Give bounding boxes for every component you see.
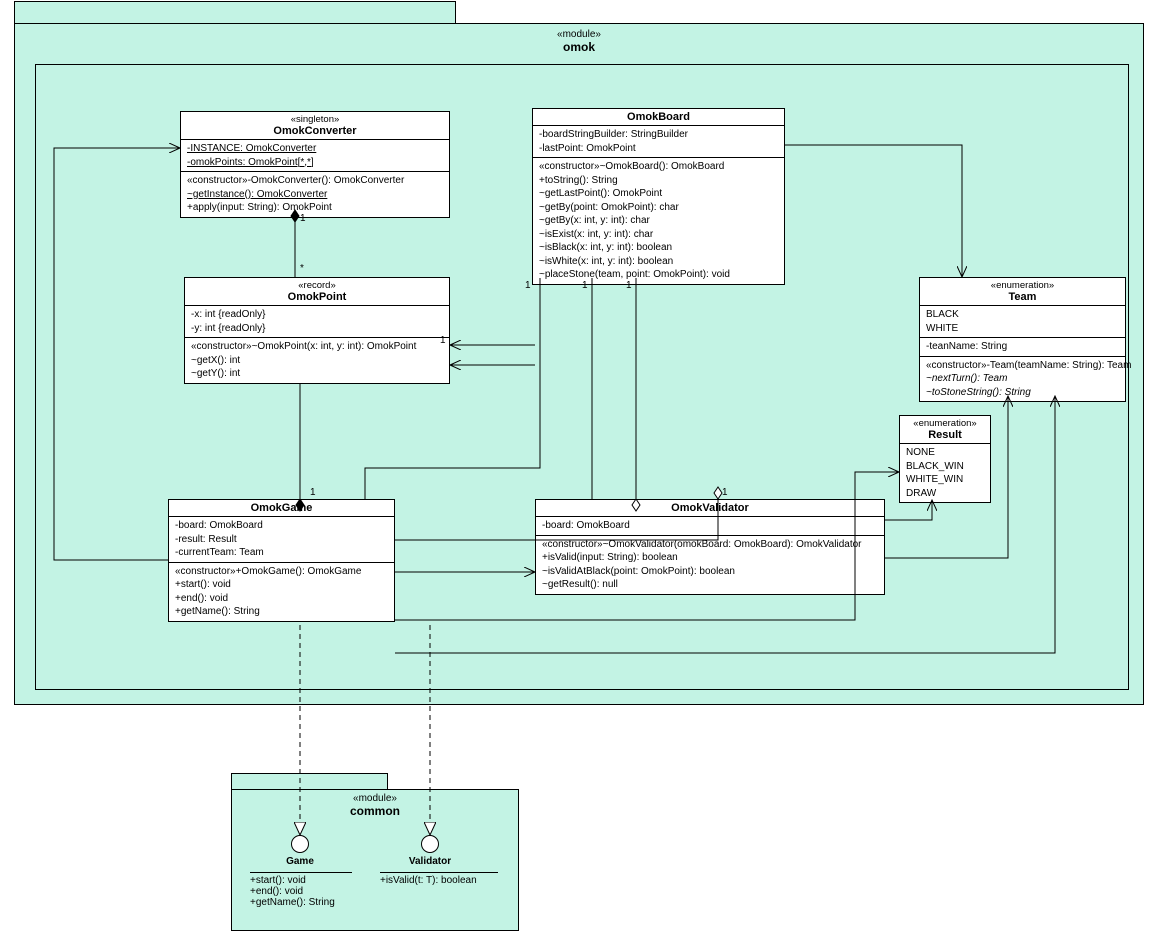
mult-board-right: 1	[626, 280, 632, 291]
class-omokconverter-ops: «constructor»-OmokConverter(): OmokConve…	[181, 172, 449, 217]
op: «constructor»~OmokBoard(): OmokBoard	[539, 160, 778, 174]
interface-game-name: Game	[270, 856, 330, 867]
op: «constructor»+OmokGame(): OmokGame	[175, 565, 388, 579]
op: ~getResult(): null	[542, 578, 878, 592]
attr: -board: OmokBoard	[175, 519, 388, 533]
op: ~isBlack(x: int, y: int): boolean	[539, 241, 778, 255]
op: ~toStoneString(): String	[926, 386, 1119, 400]
class-omokconverter: «singleton» OmokConverter -INSTANCE: Omo…	[180, 111, 450, 218]
class-omokconverter-attrs: -INSTANCE: OmokConverter -omokPoints: Om…	[181, 140, 449, 172]
op: ~getBy(x: int, y: int): char	[539, 214, 778, 228]
class-omokpoint: «record» OmokPoint -x: int {readOnly} -y…	[184, 277, 450, 384]
package-omok-stereo: «module»	[557, 29, 601, 40]
literal: BLACK_WIN	[906, 460, 984, 474]
op: +end(): void	[175, 592, 388, 606]
class-result: «enumeration» Result NONE BLACK_WIN WHIT…	[899, 415, 991, 503]
op: «constructor»~OmokPoint(x: int, y: int):…	[191, 340, 443, 354]
op: ~getY(): int	[191, 367, 443, 381]
class-team-name: Team	[924, 291, 1121, 303]
literal: NONE	[906, 446, 984, 460]
interface-validator-ops: +isValid(t: T): boolean	[380, 872, 498, 886]
class-omokpoint-attrs: -x: int {readOnly} -y: int {readOnly}	[185, 306, 449, 338]
op: +start(): void	[250, 875, 352, 886]
attr: -x: int {readOnly}	[191, 308, 443, 322]
op: ~isValidAtBlack(point: OmokPoint): boole…	[542, 565, 878, 579]
mult-point-game: 1	[310, 487, 316, 498]
op: ~getX(): int	[191, 354, 443, 368]
class-omokgame-name: OmokGame	[173, 502, 390, 514]
op: «constructor»-Team(teamName: String): Te…	[926, 359, 1119, 373]
op: +end(): void	[250, 886, 352, 897]
op: «constructor»~OmokValidator(omokBoard: O…	[542, 538, 878, 552]
interface-validator-circle	[421, 835, 439, 853]
op: +getName(): String	[250, 897, 352, 908]
class-omokboard: OmokBoard -boardStringBuilder: StringBui…	[532, 108, 785, 285]
class-omokboard-attrs: -boardStringBuilder: StringBuilder -last…	[533, 126, 784, 158]
class-result-name: Result	[904, 429, 986, 441]
class-omokpoint-ops: «constructor»~OmokPoint(x: int, y: int):…	[185, 338, 449, 383]
op: +isValid(input: String): boolean	[542, 551, 878, 565]
class-omokvalidator-attrs: -board: OmokBoard	[536, 517, 884, 536]
mult-board-mid: 1	[582, 280, 588, 291]
literal: BLACK	[926, 308, 1119, 322]
attr: -y: int {readOnly}	[191, 322, 443, 336]
class-omokvalidator: OmokValidator -board: OmokBoard «constru…	[535, 499, 885, 595]
op: ~isWhite(x: int, y: int): boolean	[539, 255, 778, 269]
mult-board-left: 1	[525, 280, 531, 291]
class-omokvalidator-ops: «constructor»~OmokValidator(omokBoard: O…	[536, 536, 884, 594]
class-omokpoint-stereo: «record»	[189, 280, 445, 291]
literal: DRAW	[906, 487, 984, 501]
op: +getName(): String	[175, 605, 388, 619]
interface-validator-name: Validator	[400, 856, 460, 867]
op: +start(): void	[175, 578, 388, 592]
op: ~nextTurn(): Team	[926, 372, 1119, 386]
package-omok-title: «module» omok	[15, 24, 1143, 56]
op: ~getLastPoint(): OmokPoint	[539, 187, 778, 201]
class-result-stereo: «enumeration»	[904, 418, 986, 429]
class-team: «enumeration» Team BLACK WHITE -teanName…	[919, 277, 1126, 402]
attr: -lastPoint: OmokPoint	[539, 142, 778, 156]
op: ~getBy(point: OmokPoint): char	[539, 201, 778, 215]
op: +apply(input: String): OmokPoint	[187, 201, 443, 215]
attr: -teanName: String	[926, 340, 1119, 354]
package-omok-tab	[14, 1, 456, 24]
attr: -INSTANCE: OmokConverter	[187, 142, 443, 156]
package-omok-name: omok	[563, 40, 595, 54]
class-omokboard-ops: «constructor»~OmokBoard(): OmokBoard +to…	[533, 158, 784, 284]
attr: -board: OmokBoard	[542, 519, 878, 533]
class-omokpoint-name: OmokPoint	[189, 291, 445, 303]
package-common-name: common	[350, 804, 400, 818]
class-omokconverter-name: OmokConverter	[185, 125, 445, 137]
package-common-title: «module» common	[232, 790, 518, 820]
class-omokgame: OmokGame -board: OmokBoard -result: Resu…	[168, 499, 395, 622]
attr: -result: Result	[175, 533, 388, 547]
mult-board-point: 1	[440, 335, 446, 346]
class-omokgame-ops: «constructor»+OmokGame(): OmokGame +star…	[169, 563, 394, 621]
class-omokboard-name: OmokBoard	[537, 111, 780, 123]
class-omokgame-attrs: -board: OmokBoard -result: Result -curre…	[169, 517, 394, 563]
attr: -boardStringBuilder: StringBuilder	[539, 128, 778, 142]
package-common-stereo: «module»	[353, 793, 397, 804]
op: ~placeStone(team, point: OmokPoint): voi…	[539, 268, 778, 282]
mult-validator-game: 1	[722, 487, 728, 498]
literal: WHITE	[926, 322, 1119, 336]
attr: -currentTeam: Team	[175, 546, 388, 560]
attr: -omokPoints: OmokPoint[*,*]	[187, 156, 443, 170]
interface-game-circle	[291, 835, 309, 853]
op: ~isExist(x: int, y: int): char	[539, 228, 778, 242]
mult-conv-bottom: *	[300, 263, 304, 274]
mult-conv-top: 1	[300, 213, 306, 224]
op: «constructor»-OmokConverter(): OmokConve…	[187, 174, 443, 188]
class-omokvalidator-name: OmokValidator	[540, 502, 880, 514]
op: ~getInstance(): OmokConverter	[187, 188, 443, 202]
class-omokconverter-stereo: «singleton»	[185, 114, 445, 125]
class-team-stereo: «enumeration»	[924, 280, 1121, 291]
op: +isValid(t: T): boolean	[380, 875, 498, 886]
literal: WHITE_WIN	[906, 473, 984, 487]
op: +toString(): String	[539, 174, 778, 188]
package-common-tab	[231, 773, 388, 790]
interface-game-ops: +start(): void +end(): void +getName(): …	[250, 872, 352, 908]
